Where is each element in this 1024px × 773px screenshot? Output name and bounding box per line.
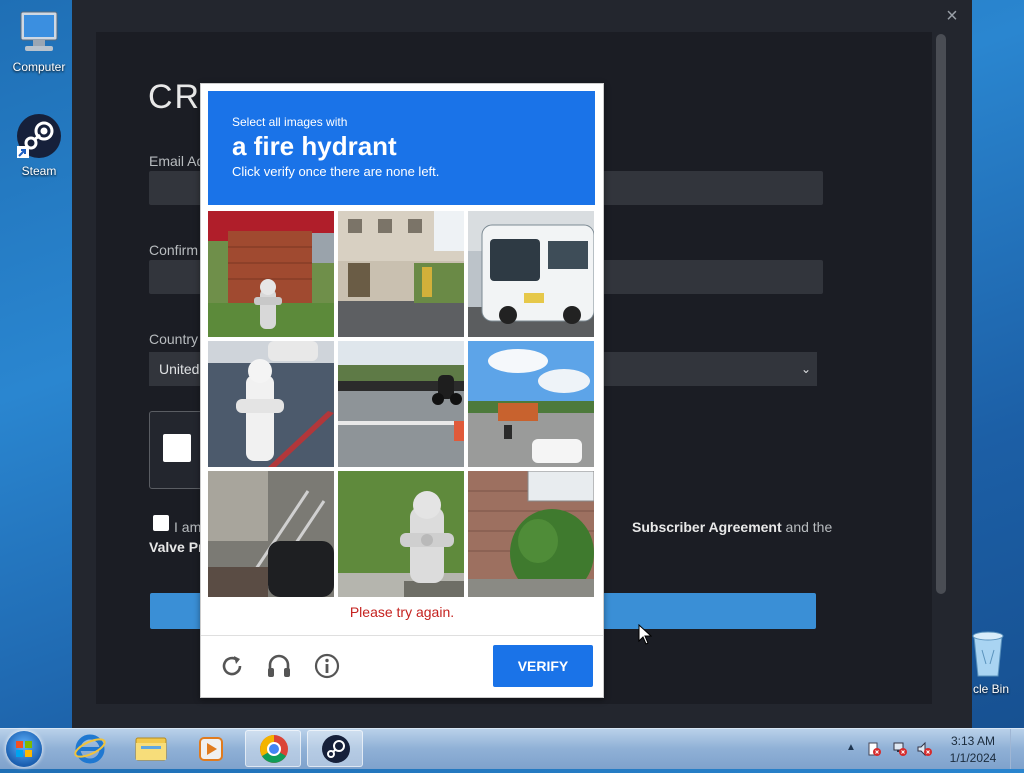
- tray-expand-icon[interactable]: ▲: [846, 742, 856, 753]
- image-tile-7[interactable]: [208, 471, 334, 597]
- media-player-icon: [199, 737, 223, 761]
- computer-icon: [20, 11, 58, 51]
- taskbar-media-player[interactable]: [183, 730, 239, 767]
- recycle-bin-icon: [972, 631, 1004, 677]
- desktop-icon-steam[interactable]: Steam: [4, 112, 74, 178]
- internet-explorer-icon: [74, 734, 106, 764]
- page-title: CR: [148, 78, 202, 116]
- steam-icon: [17, 114, 61, 158]
- clock-date[interactable]: 1/1/2024: [948, 751, 998, 765]
- agree-text-end: Subscriber Agreement and the: [632, 519, 832, 535]
- challenge-header: Select all images with a fire hydrant Cl…: [208, 91, 595, 205]
- image-tile-3[interactable]: [468, 211, 594, 337]
- desktop-icon-label: Computer: [12, 60, 66, 74]
- taskbar: ▲ 3:13 AM 1/1/2024: [0, 728, 1024, 769]
- agree-text: I am: [174, 519, 202, 535]
- show-desktop-button[interactable]: [1010, 729, 1024, 769]
- agree-suffix: and the: [781, 519, 833, 535]
- scrollbar[interactable]: [936, 34, 946, 594]
- clock-time[interactable]: 3:13 AM: [948, 734, 998, 748]
- chevron-down-icon: ⌄: [800, 362, 811, 376]
- start-button[interactable]: [6, 731, 42, 767]
- taskbar-steam[interactable]: [307, 730, 363, 767]
- desktop-icon-label: cle Bin: [972, 682, 1010, 696]
- country-value: United: [159, 361, 200, 377]
- chrome-icon: [260, 735, 288, 763]
- reload-icon[interactable]: [218, 652, 246, 680]
- file-explorer-icon: [135, 737, 167, 761]
- audio-icon[interactable]: [265, 652, 293, 680]
- windows-logo-icon: [16, 741, 32, 757]
- image-tile-6[interactable]: [468, 341, 594, 467]
- image-tile-8[interactable]: [338, 471, 464, 597]
- image-tile-5[interactable]: [338, 341, 464, 467]
- image-tile-9[interactable]: [468, 471, 594, 597]
- steam-icon: [322, 735, 350, 763]
- taskbar-file-explorer[interactable]: [123, 730, 179, 767]
- subscriber-agreement-link[interactable]: Subscriber Agreement: [632, 519, 782, 535]
- network-icon[interactable]: [892, 741, 908, 757]
- recaptcha-checkbox[interactable]: [163, 434, 191, 462]
- divider: [201, 635, 603, 636]
- image-tile-2[interactable]: [338, 211, 464, 337]
- challenge-target: a fire hydrant: [232, 131, 397, 161]
- desktop-icon-computer[interactable]: Computer: [4, 10, 74, 74]
- image-tile-1[interactable]: [208, 211, 334, 337]
- volume-muted-icon[interactable]: [916, 741, 932, 757]
- agree-checkbox[interactable]: [153, 515, 169, 531]
- email-label: Email Ad: [149, 153, 205, 169]
- challenge-prompt: Select all images with: [232, 115, 348, 129]
- verify-button[interactable]: VERIFY: [493, 645, 593, 687]
- action-center-icon[interactable]: [866, 741, 882, 757]
- privacy-text: Valve Pr: [149, 539, 204, 555]
- close-icon[interactable]: ×: [940, 4, 964, 28]
- confirm-email-label: Confirm: [149, 242, 199, 258]
- recaptcha-challenge: Select all images with a fire hydrant Cl…: [200, 83, 604, 698]
- error-message: Please try again.: [349, 604, 455, 620]
- privacy-policy-link[interactable]: Valve Pr: [149, 539, 204, 555]
- image-grid: [208, 211, 595, 598]
- image-tile-4[interactable]: [208, 341, 334, 467]
- desktop-icon-label: Steam: [21, 164, 57, 178]
- mouse-cursor-icon: [638, 624, 652, 645]
- taskbar-internet-explorer[interactable]: [62, 730, 118, 767]
- info-icon[interactable]: [313, 652, 341, 680]
- challenge-instruction: Click verify once there are none left.: [232, 164, 440, 179]
- taskbar-chrome[interactable]: [245, 730, 301, 767]
- country-label: Country: [149, 331, 199, 347]
